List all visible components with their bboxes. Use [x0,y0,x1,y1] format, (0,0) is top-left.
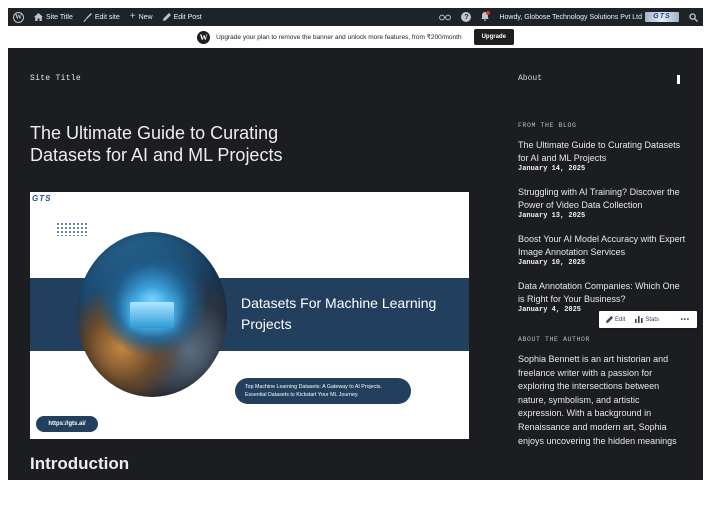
site-frame: Site Title About The Ultimate Guide to C… [8,48,703,480]
post-hover-toolbar: Edit Stats ••• [599,311,697,328]
blog-post-link[interactable]: The Ultimate Guide to Curating Datasets … [518,139,688,164]
brush-icon [82,12,92,22]
tagline-line-1: Top Machine Learning Datasets: A Gateway… [245,384,382,390]
help-icon: ? [461,12,472,22]
site-name-label: Site Title [46,13,73,21]
post-title: The Ultimate Guide to Curating Datasets … [30,123,283,165]
gts-logo: GTS [32,194,52,203]
search-icon [689,12,698,22]
edit-site-menu[interactable]: Edit site [78,8,125,26]
wordpress-icon: W [197,30,211,44]
glowing-chip-illustration [130,302,174,328]
edit-label: Edit [615,316,626,323]
from-the-blog-heading: FROM THE BLOG [518,122,577,129]
wordpress-icon: W [13,11,24,23]
introduction-heading: Introduction [30,454,130,473]
notifications-menu[interactable] [476,8,494,26]
image-url-pill: https://gts.ai/ [36,416,98,432]
avatar: GTS [645,12,679,22]
home-icon [34,13,43,21]
list-item: Boost Your AI Model Accuracy with Expert… [518,233,688,267]
stats-icon [635,316,643,323]
edit-post-menu[interactable]: Edit Post [158,8,207,26]
sidebar: FROM THE BLOG The Ultimate Guide to Cura… [518,122,688,448]
pencil-icon [606,316,613,323]
list-item: The Ultimate Guide to Curating Datasets … [518,139,688,173]
howdy-label: Howdy, Globose Technology Solutions Pvt … [499,13,642,21]
site-title[interactable]: Site Title [30,74,81,83]
blog-post-link[interactable]: Data Annotation Companies: Which One is … [518,280,688,305]
bell-icon [481,10,491,23]
admin-bar: W Site Title Edit site + New Edit Post ? [8,8,703,26]
list-item: Data Annotation Companies: Which One is … [518,280,688,314]
dot-pattern [56,222,88,236]
edit-post-label: Edit Post [173,13,202,21]
featured-image: GTS Datasets For Machine Learning Projec… [30,192,469,439]
stats-label: Stats [645,316,660,323]
nav-about-link[interactable]: About [518,74,542,83]
about-author-text: Sophia Bennett is an art historian and f… [518,354,677,446]
about-author-heading: ABOUT THE AUTHOR [518,336,591,343]
admin-bar-right: ? Howdy, Globose Technology Solutions Pv… [434,8,703,26]
list-item: Struggling with AI Training? Discover th… [518,186,688,220]
blog-post-link[interactable]: Struggling with AI Training? Discover th… [518,186,688,211]
account-menu[interactable]: Howdy, Globose Technology Solutions Pvt … [494,8,684,26]
blog-post-date: January 13, 2025 [518,212,586,220]
more-options-button[interactable]: ••• [678,317,693,323]
reader-menu[interactable] [434,8,456,26]
blog-post-date: January 10, 2025 [518,259,586,267]
plus-icon: + [129,11,136,22]
blog-post-date: January 14, 2025 [518,165,586,173]
tagline-line-2: Essential Datasets to Kickstart Your ML … [245,392,359,398]
new-content-menu[interactable]: + New [125,8,158,26]
pencil-icon [162,13,171,21]
image-tagline-pill: Top Machine Learning Datasets: A Gateway… [235,378,411,404]
edit-site-label: Edit site [94,13,120,21]
stats-button[interactable]: Stats [632,316,662,323]
reader-icon [439,14,452,20]
banner-message: Upgrade your plan to remove the banner a… [216,34,462,41]
help-menu[interactable]: ? [456,8,476,26]
edit-button[interactable]: Edit [603,316,628,323]
search-menu[interactable] [684,8,703,26]
new-label: New [138,13,153,21]
wordpress-menu[interactable]: W [8,8,29,26]
upgrade-button[interactable]: Upgrade [473,29,514,45]
admin-bar-left: W Site Title Edit site + New Edit Post [8,8,207,26]
blog-post-link[interactable]: Boost Your AI Model Accuracy with Expert… [518,233,688,258]
site-name-menu[interactable]: Site Title [29,8,78,26]
upgrade-banner: W Upgrade your plan to remove the banner… [8,26,703,48]
image-headline: Datasets For Machine Learning Projects [241,295,437,332]
nav-menu-indicator [677,75,680,84]
